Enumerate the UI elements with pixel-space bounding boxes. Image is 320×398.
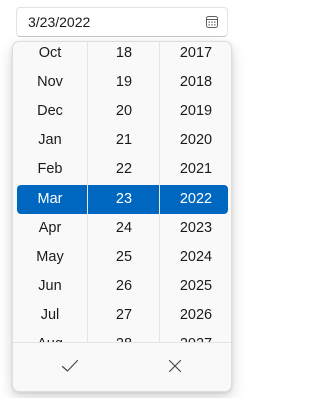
day-item[interactable]: 19 [88,68,160,96]
day-item[interactable]: 28 [88,330,160,342]
day-item[interactable]: 22 [88,155,160,183]
month-item[interactable]: Dec [13,97,87,125]
date-value: 3/23/2022 [28,14,91,30]
year-item[interactable]: 2025 [160,272,231,300]
month-column[interactable]: OctNovDecJanFebMarAprMayJunJulAug [13,42,87,342]
day-item[interactable]: 18 [88,42,160,67]
day-item[interactable]: 20 [88,97,160,125]
day-column[interactable]: 1819202122232425262728 [87,42,160,342]
day-item[interactable]: 25 [88,243,160,271]
picker-columns: OctNovDecJanFebMarAprMayJunJulAug 181920… [13,42,231,342]
month-item[interactable]: Apr [13,214,87,242]
day-item[interactable]: 21 [88,126,160,154]
month-item[interactable]: Feb [13,155,87,183]
year-item[interactable]: 2023 [160,214,231,242]
year-item[interactable]: 2019 [160,97,231,125]
month-item[interactable]: Oct [13,42,87,67]
year-item[interactable]: 2020 [160,126,231,154]
year-item[interactable]: 2024 [160,243,231,271]
day-item[interactable]: 26 [88,272,160,300]
year-column[interactable]: 2017 2018 2019 2020 2021 2022 2023 2024 2025 2026… [159,42,231,342]
month-item[interactable]: Mar [13,185,87,213]
year-item[interactable]: 2021 [160,155,231,183]
year-item[interactable]: 2022 [160,185,231,213]
month-item[interactable]: Jan [13,126,87,154]
calendar-icon[interactable] [205,15,219,29]
accept-button[interactable] [20,345,120,387]
year-item[interactable]: 2018 [160,68,231,96]
close-icon [168,359,182,373]
day-item[interactable]: 27 [88,301,160,329]
month-item[interactable]: Jul [13,301,87,329]
month-item[interactable]: Aug [13,330,87,342]
dismiss-button[interactable] [125,345,225,387]
month-item[interactable]: Nov [13,68,87,96]
date-picker-field[interactable]: 3/23/2022 [16,7,228,37]
day-item[interactable]: 23 [88,185,160,213]
year-item[interactable]: 2027 [160,330,231,342]
year-item[interactable]: 2017 [160,42,231,67]
month-item[interactable]: Jun [13,272,87,300]
button-divider [13,342,231,343]
date-picker-flyout: OctNovDecJanFebMarAprMayJunJulAug 181920… [12,41,232,392]
month-item[interactable]: May [13,243,87,271]
checkmark-icon [61,359,79,372]
day-item[interactable]: 24 [88,214,160,242]
year-item[interactable]: 2026 [160,301,231,329]
